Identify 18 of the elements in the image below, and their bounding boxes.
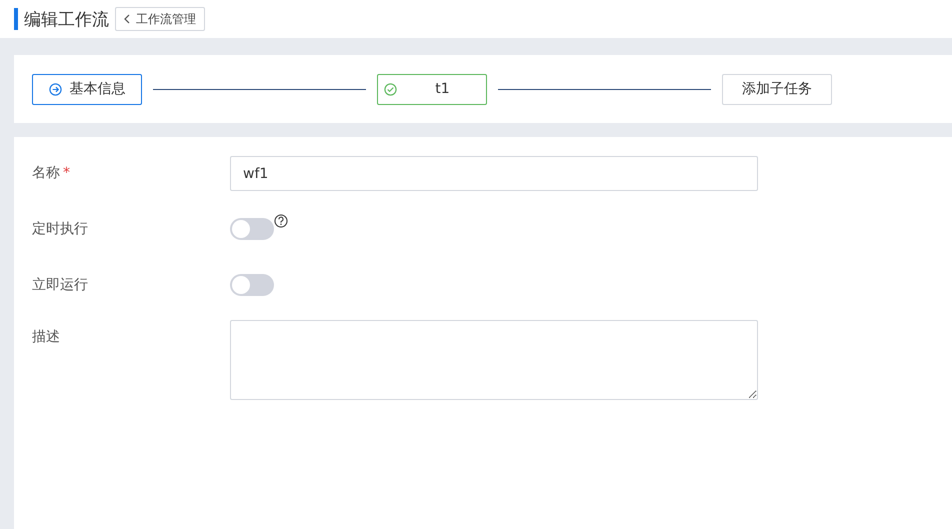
check-circle-icon xyxy=(384,82,397,96)
title-accent xyxy=(14,8,18,30)
chevron-left-icon xyxy=(124,14,130,24)
field-label: 描述 xyxy=(32,328,61,346)
step-button[interactable]: t1 xyxy=(377,74,487,104)
page-title: 编辑工作流 xyxy=(24,8,109,30)
description-field[interactable] xyxy=(230,320,758,400)
field-label: 名称 * xyxy=(32,164,71,182)
step-button[interactable]: 基本信息 xyxy=(32,74,142,104)
back-button[interactable]: 工作流管理 xyxy=(115,7,205,31)
toggle-switch[interactable] xyxy=(230,274,274,296)
field-label: 定时执行 xyxy=(32,220,89,238)
add-step-button[interactable]: 添加子任务 xyxy=(722,74,832,104)
field-label: 立即运行 xyxy=(32,276,89,294)
arrow-circle-icon xyxy=(48,82,62,96)
required-mark: * xyxy=(63,165,70,181)
name-field[interactable]: wf1 xyxy=(230,156,758,191)
toggle-switch[interactable] xyxy=(230,218,274,240)
